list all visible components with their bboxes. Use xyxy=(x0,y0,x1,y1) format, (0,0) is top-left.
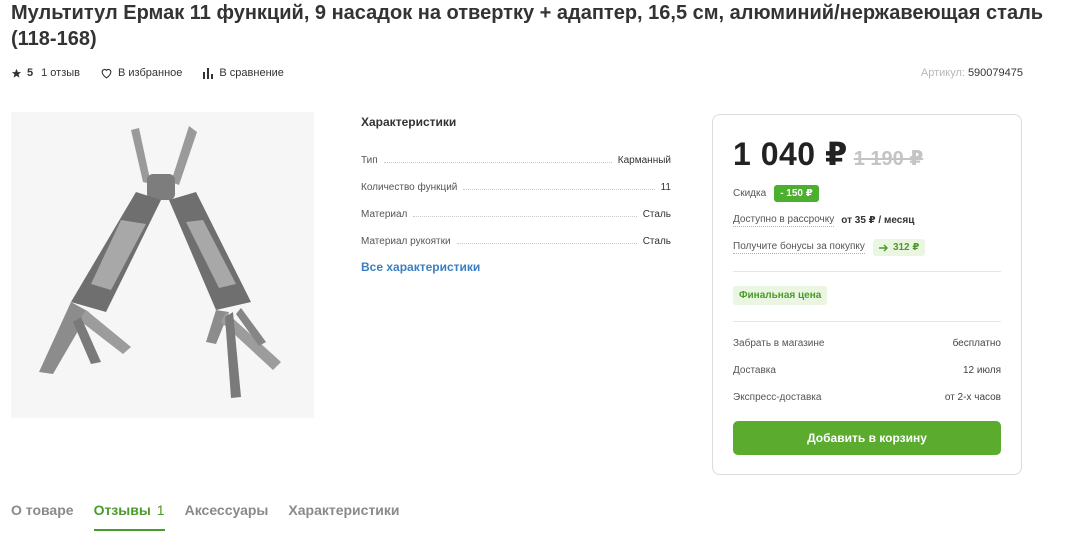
bonus-badge: 312 ₽ xyxy=(872,239,926,256)
char-value: Сталь xyxy=(642,236,671,247)
delivery-label: Доставка xyxy=(733,365,776,376)
product-meta-row: 5 1 отзыв В избранное В сравнение Артику… xyxy=(11,65,1023,81)
char-row-material: Материал Сталь xyxy=(361,193,671,220)
char-name: Тип xyxy=(361,155,378,166)
compare-bars-icon xyxy=(203,68,214,79)
all-characteristics-link[interactable]: Все характеристики xyxy=(361,260,671,274)
char-name: Материал xyxy=(361,209,408,220)
delivery-row-pickup: Забрать в магазине бесплатно xyxy=(733,338,1001,349)
tab-about[interactable]: О товаре xyxy=(11,502,74,532)
price-card: 1 040 ₽ 1 190 ₽ Скидка - 150 ₽ Доступно … xyxy=(712,114,1022,475)
old-price: 1 190 ₽ xyxy=(853,148,924,170)
installment-value: от 35 ₽ / месяц xyxy=(841,215,915,226)
char-name: Материал рукоятки xyxy=(361,236,451,247)
tab-reviews[interactable]: Отзывы 1 xyxy=(93,502,165,532)
article-number: Артикул: 590079475 xyxy=(921,67,1023,79)
price-row: 1 040 ₽ 1 190 ₽ xyxy=(733,135,923,173)
discount-row: Скидка - 150 ₽ xyxy=(733,185,1001,202)
characteristics-title: Характеристики xyxy=(361,115,457,129)
bonus-arrow-icon xyxy=(878,244,888,251)
char-value: 11 xyxy=(660,182,671,193)
tab-count: 1 xyxy=(156,502,165,518)
favorites-button[interactable]: В избранное xyxy=(100,67,182,79)
divider xyxy=(733,271,1001,272)
bonus-row[interactable]: Получите бонусы за покупку 312 ₽ xyxy=(733,239,1001,256)
char-value: Сталь xyxy=(642,209,671,220)
char-dots xyxy=(413,216,637,217)
delivery-label: Экспресс-доставка xyxy=(733,392,822,403)
delivery-row-express: Экспресс-доставка от 2-х часов xyxy=(733,392,1001,403)
product-tabs: О товаре Отзывы 1 Аксессуары Характерист… xyxy=(11,502,420,532)
characteristics-section: Характеристики Тип Карманный Количество … xyxy=(361,115,671,274)
bonus-value: 312 ₽ xyxy=(892,242,920,253)
divider xyxy=(733,321,1001,322)
tab-characteristics[interactable]: Характеристики xyxy=(288,502,399,532)
tab-label: Характеристики xyxy=(288,502,400,518)
tab-accessories[interactable]: Аксессуары xyxy=(185,502,269,532)
delivery-label: Забрать в магазине xyxy=(733,338,825,349)
multitool-image xyxy=(39,126,281,398)
delivery-value: от 2-х часов xyxy=(944,392,1001,403)
installment-label[interactable]: Доступно в рассрочку xyxy=(733,214,835,227)
reviews-link[interactable]: 1 отзыв xyxy=(41,67,80,79)
favorites-label: В избранное xyxy=(118,67,183,79)
tab-label: Отзывы xyxy=(93,502,151,518)
char-name: Количество функций xyxy=(361,182,458,193)
char-value: Карманный xyxy=(617,155,671,166)
compare-label: В сравнение xyxy=(219,67,284,79)
product-title: Мультитул Ермак 11 функций, 9 насадок на… xyxy=(11,2,1044,50)
delivery-value: 12 июля xyxy=(962,365,1001,376)
delivery-row-courier: Доставка 12 июля xyxy=(733,365,1001,376)
final-price-badge: Финальная цена xyxy=(733,286,828,305)
tab-label: Аксессуары xyxy=(184,502,269,518)
star-icon xyxy=(11,68,22,78)
bonus-label[interactable]: Получите бонусы за покупку xyxy=(733,241,865,254)
rating[interactable]: 5 1 отзыв xyxy=(11,67,80,79)
current-price: 1 040 ₽ xyxy=(733,136,848,172)
article-label: Артикул: xyxy=(920,67,965,79)
heart-icon xyxy=(101,68,112,79)
compare-button[interactable]: В сравнение xyxy=(202,67,284,79)
add-to-cart-button[interactable]: Добавить в корзину xyxy=(733,421,1001,455)
final-price-row: Финальная цена xyxy=(733,286,1001,305)
char-dots xyxy=(383,162,612,163)
discount-badge: - 150 ₽ xyxy=(774,185,819,202)
char-dots xyxy=(456,243,637,244)
delivery-value: бесплатно xyxy=(952,338,1001,349)
product-image[interactable] xyxy=(11,112,314,418)
char-row-type: Тип Карманный xyxy=(361,139,671,166)
char-dots xyxy=(463,189,655,190)
article-value: 590079475 xyxy=(967,67,1023,79)
rating-value: 5 xyxy=(27,67,34,79)
installment-row[interactable]: Доступно в рассрочку от 35 ₽ / месяц xyxy=(733,214,1001,227)
char-row-functions: Количество функций 11 xyxy=(361,166,671,193)
char-row-handle-material: Материал рукоятки Сталь xyxy=(361,220,671,247)
tab-label: О товаре xyxy=(11,502,74,518)
discount-label: Скидка xyxy=(733,188,767,199)
